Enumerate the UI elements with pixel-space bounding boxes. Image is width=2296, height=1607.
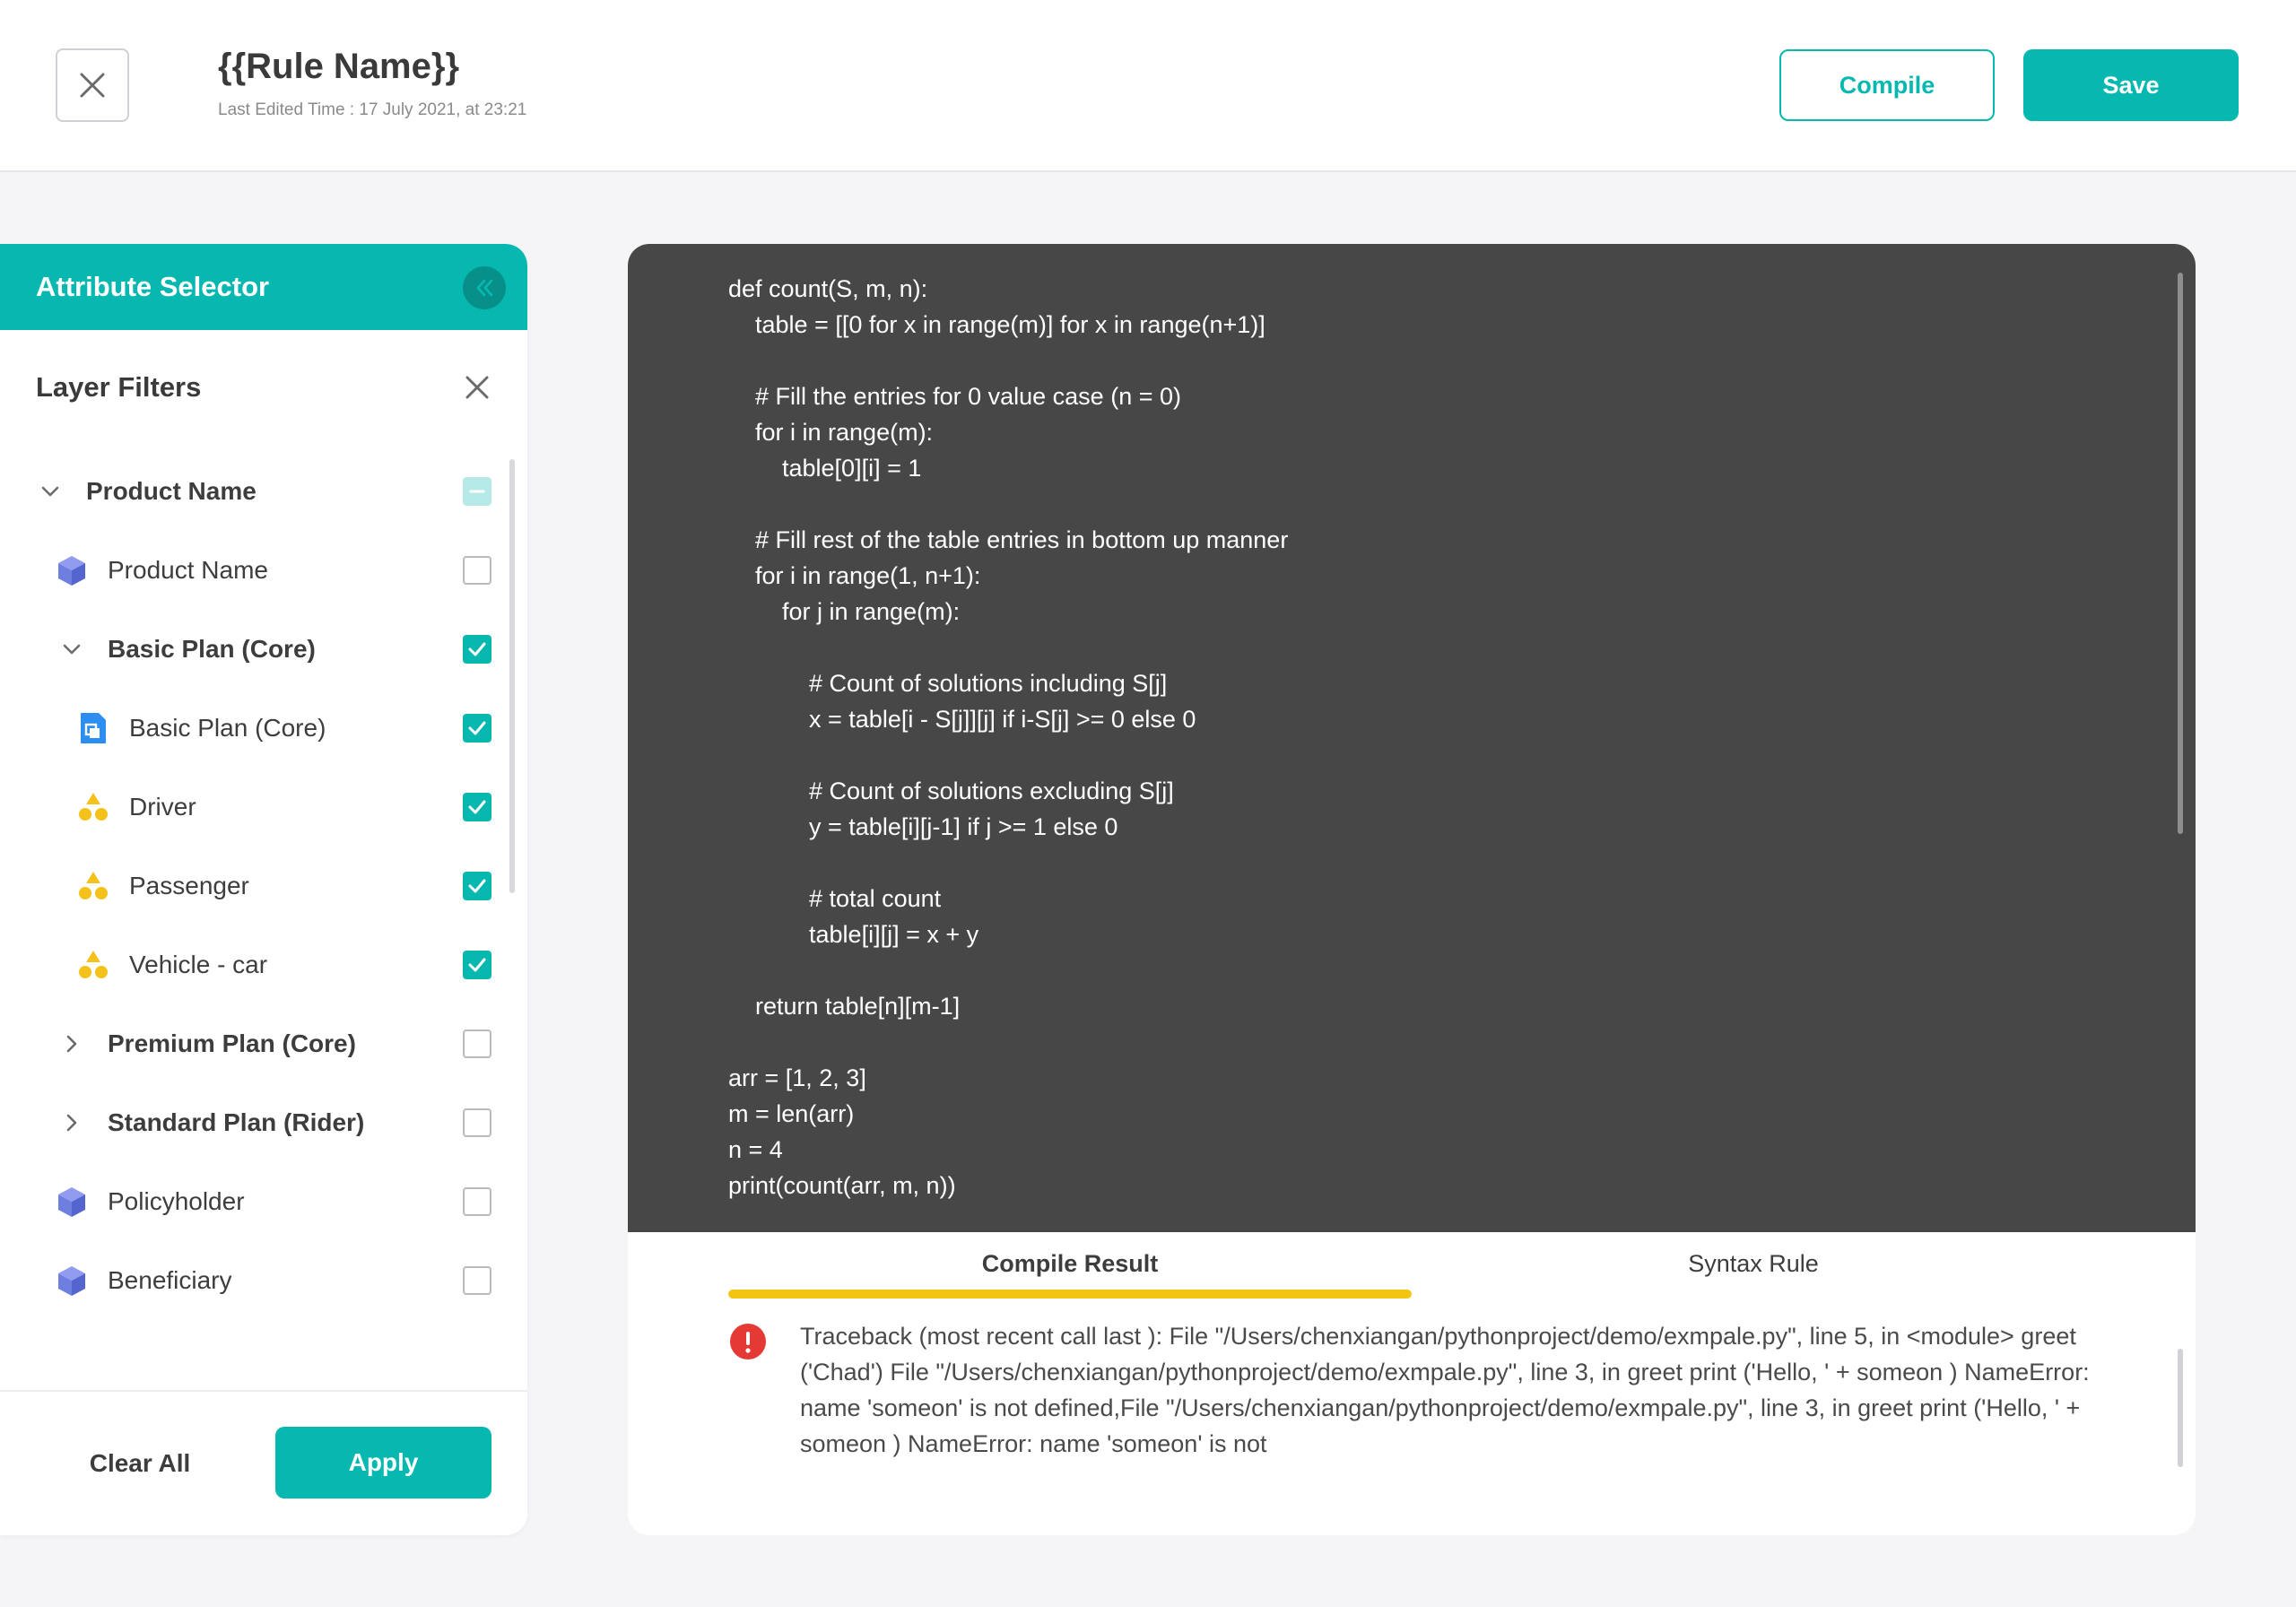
chevron-down-icon[interactable] — [57, 635, 86, 664]
tree-group-standard-plan[interactable]: Standard Plan (Rider) — [0, 1083, 527, 1162]
checkbox-checked[interactable] — [463, 714, 491, 743]
checkbox-partial[interactable] — [463, 477, 491, 506]
top-bar: {{Rule Name}} Last Edited Time : 17 July… — [0, 0, 2296, 172]
checkbox-checked[interactable] — [463, 872, 491, 900]
close-button[interactable] — [56, 48, 129, 122]
cube-icon — [54, 1184, 90, 1220]
cube-icon — [54, 552, 90, 588]
collapse-panel-button[interactable] — [463, 266, 506, 309]
footer-divider — [0, 1390, 527, 1392]
checkbox-unchecked[interactable] — [463, 556, 491, 585]
code-content[interactable]: def count(S, m, n): table = [[0 for x in… — [728, 271, 1288, 1203]
document-copy-icon — [75, 710, 111, 746]
chevron-down-icon[interactable] — [36, 477, 65, 506]
shapes-icon — [75, 789, 111, 825]
attribute-selector-panel: Attribute Selector Layer Filters Product… — [0, 244, 527, 1535]
apply-button[interactable]: Apply — [275, 1427, 491, 1498]
error-icon — [730, 1324, 766, 1359]
tab-compile-result[interactable]: Compile Result — [728, 1232, 1412, 1295]
tree-item-label: Product Name — [108, 556, 268, 584]
checkbox-unchecked[interactable] — [463, 1266, 491, 1295]
tree-item-label: Basic Plan (Core) — [129, 714, 326, 742]
checkbox-unchecked[interactable] — [463, 1029, 491, 1058]
save-button[interactable]: Save — [2023, 49, 2239, 121]
tree-group-premium-plan[interactable]: Premium Plan (Core) — [0, 1004, 527, 1083]
cube-icon — [54, 1263, 90, 1299]
chevron-right-icon[interactable] — [57, 1108, 86, 1137]
attribute-selector-title: Attribute Selector — [36, 271, 270, 302]
result-scrollbar[interactable] — [2178, 1349, 2183, 1467]
tree-item-label: Product Name — [86, 477, 257, 505]
tree-item-product-name[interactable]: Product Name — [0, 531, 527, 610]
tree-item-label: Passenger — [129, 872, 249, 899]
code-scrollbar[interactable] — [2178, 273, 2183, 834]
active-tab-indicator — [728, 1290, 1412, 1299]
rule-editor-card: def count(S, m, n): table = [[0 for x in… — [628, 244, 2196, 1535]
close-icon — [465, 376, 489, 399]
tree-group-product-name[interactable]: Product Name — [0, 452, 527, 531]
tree-item-label: Basic Plan (Core) — [108, 635, 316, 663]
tree-item-label: Driver — [129, 793, 196, 821]
close-icon — [80, 73, 105, 98]
shapes-icon — [75, 868, 111, 904]
tree-item-label: Beneficiary — [108, 1266, 232, 1294]
tree-item-label: Premium Plan (Core) — [108, 1029, 356, 1057]
double-chevron-left-icon — [476, 279, 493, 297]
last-edited-time: Last Edited Time : 17 July 2021, at 23:2… — [218, 100, 527, 119]
tree-item-driver[interactable]: Driver — [0, 768, 527, 847]
code-editor[interactable]: def count(S, m, n): table = [[0 for x in… — [628, 244, 2196, 1232]
tree-item-label: Vehicle - car — [129, 951, 268, 978]
checkbox-checked[interactable] — [463, 951, 491, 979]
tree-item-beneficiary[interactable]: Beneficiary — [0, 1241, 527, 1320]
attribute-selector-header: Attribute Selector — [0, 244, 527, 330]
tree-item-policyholder[interactable]: Policyholder — [0, 1162, 527, 1241]
shapes-icon — [75, 947, 111, 983]
layer-filters-title: Layer Filters — [36, 371, 202, 403]
tree-item-basic-plan[interactable]: Basic Plan (Core) — [0, 689, 527, 768]
checkbox-checked[interactable] — [463, 793, 491, 821]
tree-item-passenger[interactable]: Passenger — [0, 847, 527, 925]
checkbox-checked[interactable] — [463, 635, 491, 664]
layer-filters-close-button[interactable] — [461, 371, 493, 404]
chevron-right-icon[interactable] — [57, 1029, 86, 1058]
checkbox-unchecked[interactable] — [463, 1187, 491, 1216]
tree-group-basic-plan[interactable]: Basic Plan (Core) — [0, 610, 527, 689]
checkbox-unchecked[interactable] — [463, 1108, 491, 1137]
compile-button[interactable]: Compile — [1779, 49, 1995, 121]
clear-all-button[interactable]: Clear All — [68, 1428, 212, 1499]
rule-name-title: {{Rule Name}} — [218, 47, 460, 86]
tree-item-label: Standard Plan (Rider) — [108, 1108, 365, 1136]
tree-item-vehicle-car[interactable]: Vehicle - car — [0, 925, 527, 1004]
tree-item-label: Policyholder — [108, 1187, 245, 1215]
compile-result-message: Traceback (most recent call last ): File… — [800, 1323, 2090, 1457]
tab-syntax-rule[interactable]: Syntax Rule — [1412, 1232, 2095, 1295]
